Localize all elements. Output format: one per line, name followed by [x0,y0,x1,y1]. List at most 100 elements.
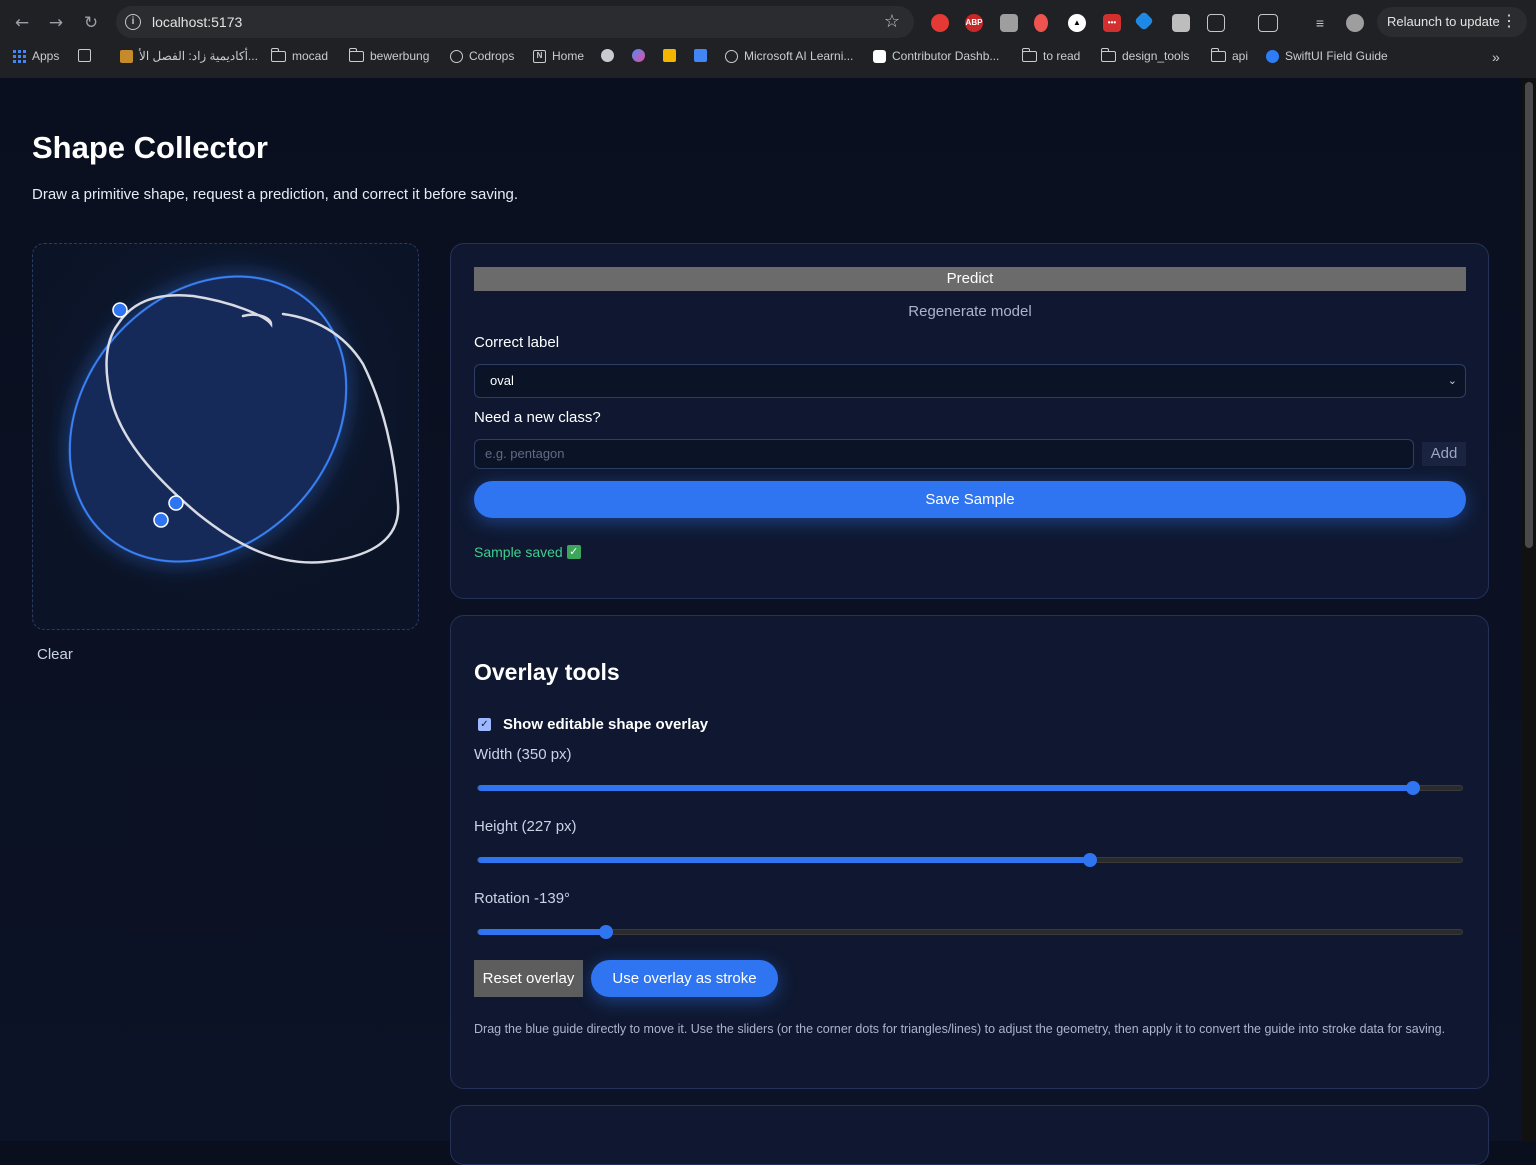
copilot-color-icon [632,49,645,62]
status-message: Sample saved ✓ [474,544,581,560]
reading-mode-icon[interactable] [1258,14,1278,32]
height-label: Height (227 px) [474,818,577,835]
browser-chrome: ← → ↻ i localhost:5173 ☆ ABP ▲ ••• ≡ Rel… [0,0,1536,78]
bookmark-label: Apps [32,49,60,63]
status-text: Sample saved [474,544,563,560]
url-text[interactable]: localhost:5173 [152,14,242,30]
globe-icon [725,49,738,63]
bookmark-label: أكاديمية زاد: الفصل الأ... [139,49,258,63]
check-icon: ✓ [566,545,581,559]
new-class-input[interactable]: e.g. pentagon [474,439,1414,469]
new-class-heading: Need a new class? [474,409,601,426]
bookmark-star-icon[interactable]: ☆ [884,11,900,32]
bookmark-codrops[interactable]: Codrops [450,49,514,63]
folder-icon [1100,47,1116,62]
overlay-handle[interactable] [112,302,128,318]
extension-icon[interactable] [931,14,949,32]
folder-icon [270,47,286,62]
site-info-icon[interactable]: i [125,14,141,30]
toolbar: ← → ↻ i localhost:5173 ☆ ABP ▲ ••• ≡ Rel… [0,4,1536,40]
extensions-puzzle-icon[interactable] [1207,14,1225,32]
profile-avatar[interactable] [1346,14,1364,32]
bookmark-api[interactable]: api [1210,47,1249,63]
bookmark-mocad[interactable]: mocad [270,47,329,63]
bookmark-icon-only[interactable] [663,49,676,62]
help-text: Drag the blue guide directly to move it.… [474,1022,1446,1036]
bookmark-microsoft-ai[interactable]: Microsoft AI Learni... [725,49,853,63]
height-slider[interactable] [477,853,1463,867]
bookmark-contributor[interactable]: Contributor Dashb... [873,49,999,63]
notion-icon: N [533,49,546,63]
use-overlay-button[interactable]: Use overlay as stroke [591,960,778,997]
scrollbar-thumb[interactable] [1525,82,1533,548]
reset-overlay-button[interactable]: Reset overlay [474,960,583,997]
slider-fill [478,857,1091,863]
label-select[interactable]: oval ⌄ [474,364,1466,398]
bookmark-icon-only[interactable] [601,49,614,62]
show-overlay-toggle[interactable]: ✓ Show editable shape overlay [478,716,708,733]
bookmark-design-tools[interactable]: design_tools [1100,47,1190,63]
shape-drawing[interactable] [33,244,420,631]
slider-knob[interactable] [1405,781,1420,795]
bookmark-home[interactable]: N Home [533,49,584,63]
prediction-panel: Predict Regenerate model Correct label o… [450,243,1489,599]
width-slider[interactable] [477,781,1463,795]
swiftui-icon [1266,49,1279,63]
save-sample-button[interactable]: Save Sample [474,481,1466,518]
reload-icon[interactable]: ↻ [80,12,102,34]
contributor-icon [873,49,886,63]
media-icon[interactable]: ≡ [1311,14,1329,32]
clear-button[interactable]: Clear [37,646,73,663]
checkbox[interactable]: ✓ [478,718,491,731]
add-class-button[interactable]: Add [1422,442,1466,466]
apps-grid-icon [13,49,26,63]
relaunch-label: Relaunch to update [1387,14,1500,29]
address-bar[interactable]: i localhost:5173 ☆ [116,6,914,38]
adblock-icon[interactable]: ABP [965,14,983,32]
rotation-slider[interactable] [477,925,1463,939]
bookmark-label: Contributor Dashb... [892,49,1000,63]
extension-icon[interactable] [1134,11,1154,31]
chevron-down-icon: ⌄ [1447,374,1457,387]
extension-icon[interactable] [1000,14,1018,32]
slider-knob[interactable] [598,925,613,939]
bookmark-label: SwiftUI Field Guide [1285,49,1388,63]
back-icon[interactable]: ← [11,12,33,34]
bookmarks-bar: Apps أكاديمية زاد: الفصل الأ... mocad be… [0,44,1536,70]
forward-icon[interactable]: → [45,12,67,34]
slider-fill [478,929,606,935]
bookmark-label: api [1232,49,1249,63]
globe-icon [450,49,463,63]
bookmark-bewerbung[interactable]: bewerbung [348,47,429,63]
bookmark-label: Codrops [469,49,515,63]
overlay-handle[interactable] [168,495,184,511]
analytics-icon [663,49,676,62]
extension-icon[interactable]: ▲ [1068,14,1086,32]
slider-knob[interactable] [1083,853,1098,867]
overlay-handle[interactable] [153,512,169,528]
overlay-panel: Overlay tools ✓ Show editable shape over… [450,615,1489,1089]
drawing-canvas[interactable] [32,243,419,630]
tab-groups-icon[interactable] [78,49,91,62]
bookmark-zad[interactable]: أكاديمية زاد: الفصل الأ... [120,49,258,63]
bookmark-icon-only[interactable] [632,49,645,62]
zad-icon [120,49,133,63]
bookmark-label: design_tools [1122,49,1190,63]
more-bookmarks-icon[interactable]: » [1492,49,1500,65]
relaunch-button[interactable]: Relaunch to update ⋮ [1377,7,1527,37]
page-scrollbar[interactable] [1522,78,1536,1141]
bookmark-label: mocad [292,49,329,63]
extension-icon[interactable] [1034,14,1048,32]
extension-icon[interactable]: ••• [1103,14,1121,32]
predict-button[interactable]: Predict [474,267,1466,291]
regenerate-model-button[interactable]: Regenerate model [474,303,1466,320]
selected-label: oval [490,373,514,388]
bookmark-to-read[interactable]: to read [1021,47,1080,63]
page-subtitle: Draw a primitive shape, request a predic… [32,186,519,203]
bookmark-apps[interactable]: Apps [13,49,59,63]
camera-icon[interactable] [1172,14,1190,32]
folder-icon [1021,47,1037,62]
bookmark-icon-only[interactable] [694,49,707,62]
bookmark-swiftui[interactable]: SwiftUI Field Guide [1266,49,1388,63]
show-overlay-label: Show editable shape overlay [503,716,709,733]
